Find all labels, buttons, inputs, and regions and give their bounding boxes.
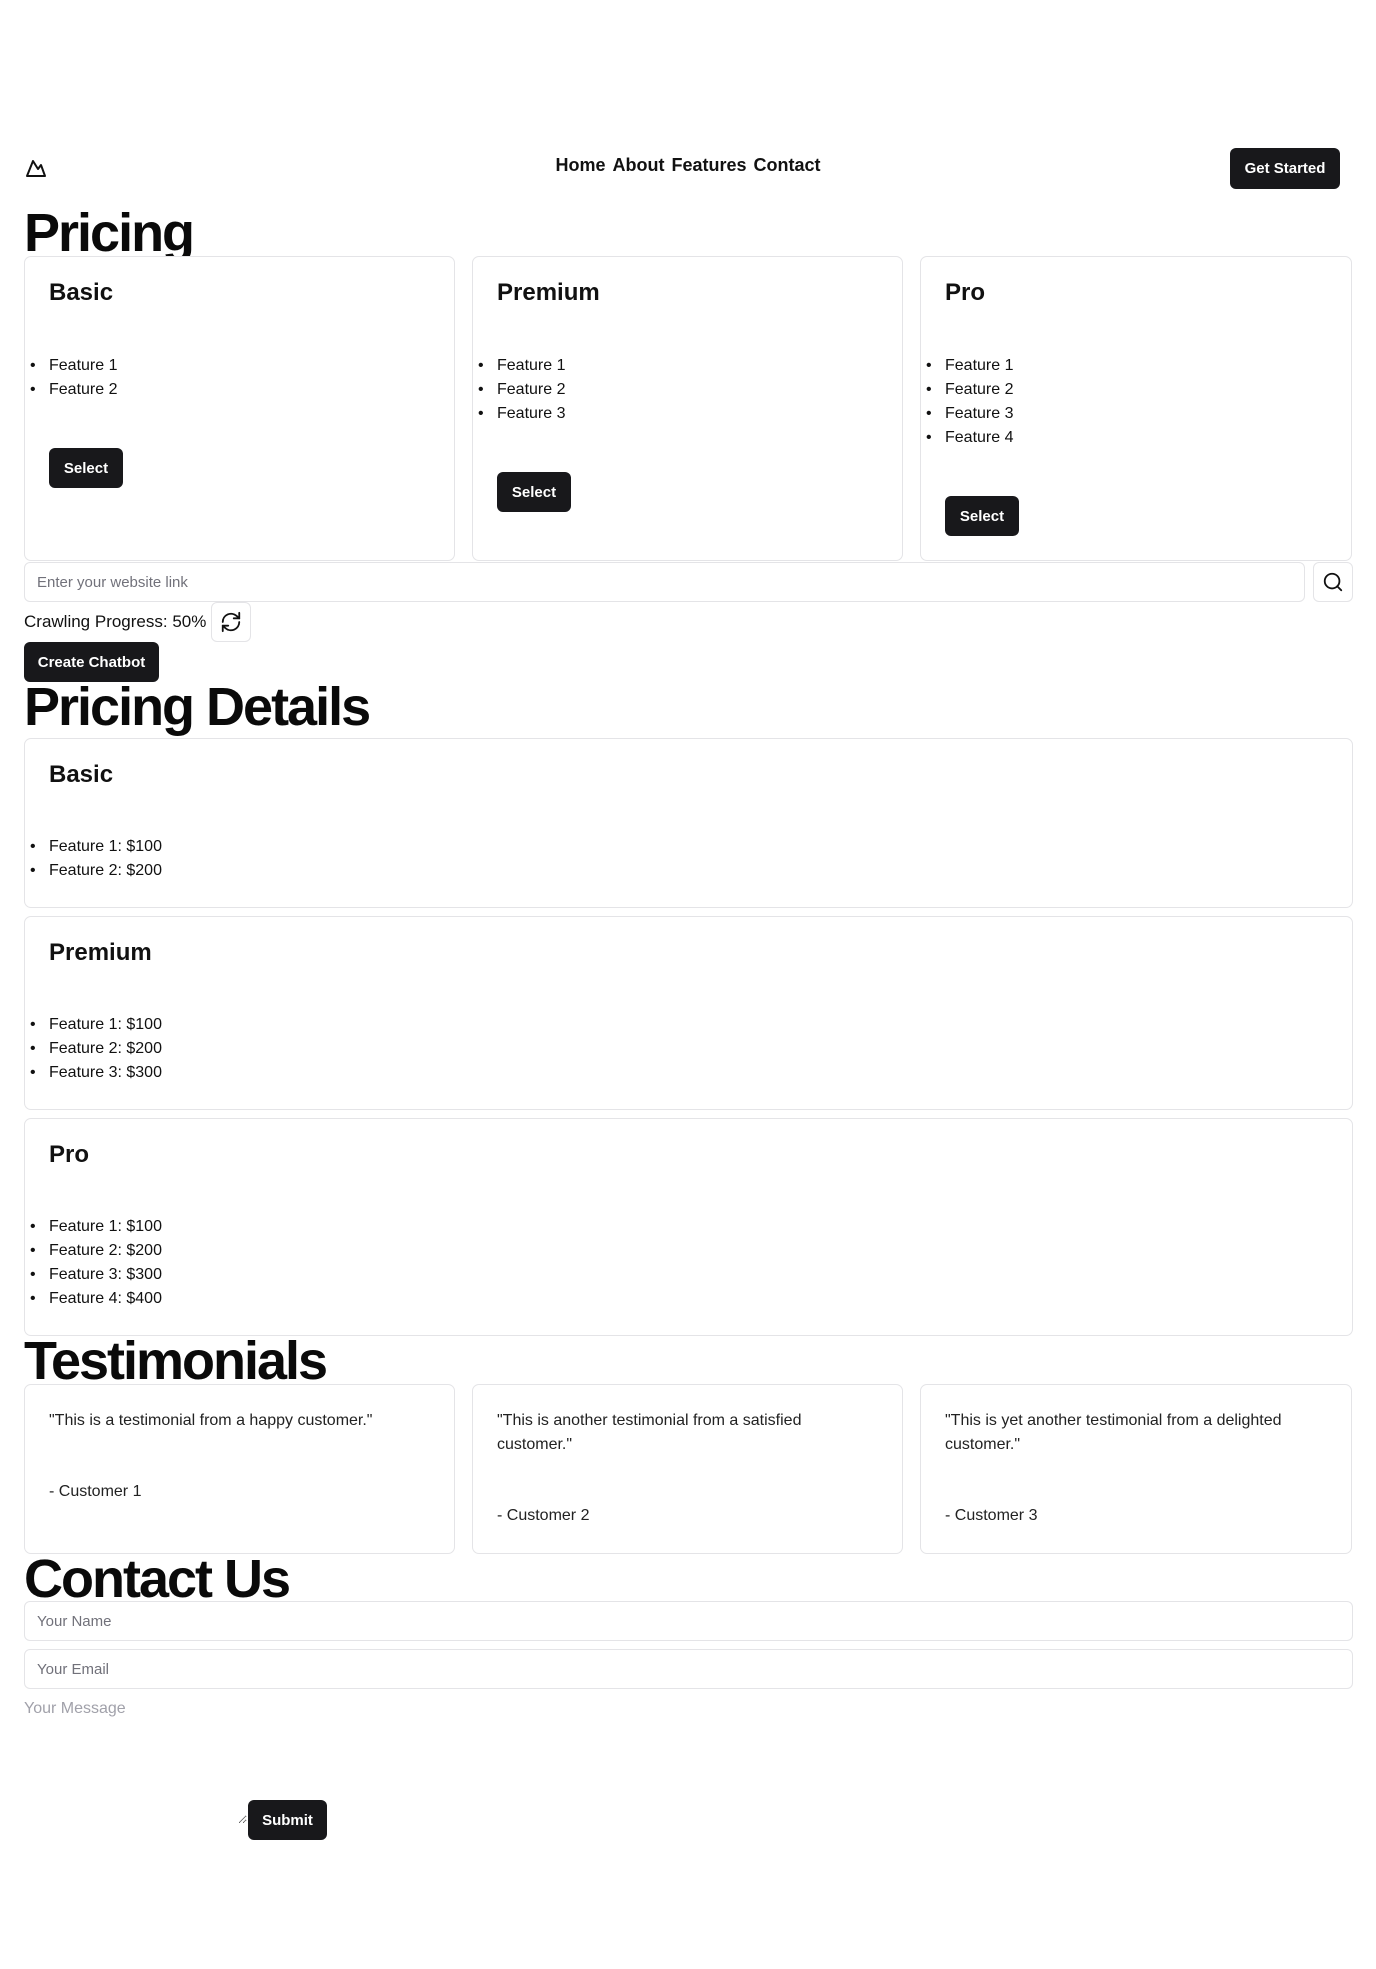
search-icon xyxy=(1323,572,1343,592)
search-button[interactable] xyxy=(1313,562,1353,602)
testimonial-card: "This is another testimonial from a sati… xyxy=(472,1384,903,1554)
contact-title: Contact Us xyxy=(24,1549,291,1609)
message-field[interactable] xyxy=(24,1700,247,1824)
feature-price-item: Feature 1: $100 xyxy=(30,835,162,859)
feature-price-item: Feature 2: $200 xyxy=(30,1239,162,1263)
plan-name: Premium xyxy=(49,939,152,966)
plan-name: Pro xyxy=(49,1141,90,1168)
crawling-progress: Crawling Progress: 50% xyxy=(24,612,207,631)
testimonial-quote: "This is another testimonial from a sati… xyxy=(497,1412,802,1453)
feature-price-list: Feature 1: $100 Feature 2: $200 Feature … xyxy=(30,1013,162,1085)
feature-list: Feature 1 Feature 2 Feature 3 xyxy=(478,354,566,426)
nav-contact[interactable]: Contact xyxy=(754,155,821,175)
email-field[interactable] xyxy=(24,1649,1353,1689)
feature-price-item: Feature 1: $100 xyxy=(30,1013,162,1037)
details-card-basic: Basic Feature 1: $100 Feature 2: $200 xyxy=(24,738,1353,908)
pricing-title: Pricing xyxy=(24,203,195,263)
pricing-details-title: Pricing Details xyxy=(24,677,371,737)
feature-item: Feature 1 xyxy=(926,354,1014,378)
pricing-card-premium: Premium Feature 1 Feature 2 Feature 3 Se… xyxy=(472,256,903,561)
testimonial-author: - Customer 2 xyxy=(497,1507,590,1524)
feature-price-item: Feature 1: $100 xyxy=(30,1215,162,1239)
create-chatbot-button[interactable]: Create Chatbot xyxy=(24,642,159,682)
plan-name: Premium xyxy=(497,279,600,306)
testimonials-title: Testimonials xyxy=(24,1331,328,1391)
feature-item: Feature 2 xyxy=(926,378,1014,402)
feature-price-item: Feature 4: $400 xyxy=(30,1287,162,1311)
testimonial-card: "This is yet another testimonial from a … xyxy=(920,1384,1352,1554)
name-field[interactable] xyxy=(24,1601,1353,1641)
plan-name: Pro xyxy=(945,279,986,306)
main-nav: Home About Features Contact xyxy=(0,155,1376,176)
pricing-card-basic: Basic Feature 1 Feature 2 Select xyxy=(24,256,455,561)
feature-price-item: Feature 3: $300 xyxy=(30,1263,162,1287)
pricing-card-pro: Pro Feature 1 Feature 2 Feature 3 Featur… xyxy=(920,256,1352,561)
plan-name: Basic xyxy=(49,279,114,306)
feature-item: Feature 1 xyxy=(478,354,566,378)
get-started-button[interactable]: Get Started xyxy=(1230,148,1340,189)
feature-price-list: Feature 1: $100 Feature 2: $200 Feature … xyxy=(30,1215,162,1311)
feature-price-item: Feature 2: $200 xyxy=(30,1037,162,1061)
testimonial-quote: "This is a testimonial from a happy cust… xyxy=(49,1412,373,1429)
feature-item: Feature 3 xyxy=(478,402,566,426)
feature-item: Feature 4 xyxy=(926,426,1014,450)
nav-features[interactable]: Features xyxy=(671,155,746,175)
refresh-icon xyxy=(221,611,241,633)
testimonial-author: - Customer 1 xyxy=(49,1483,142,1500)
nav-home[interactable]: Home xyxy=(555,155,605,175)
feature-item: Feature 2 xyxy=(478,378,566,402)
submit-button[interactable]: Submit xyxy=(248,1800,327,1840)
feature-item: Feature 3 xyxy=(926,402,1014,426)
feature-price-list: Feature 1: $100 Feature 2: $200 xyxy=(30,835,162,883)
details-card-premium: Premium Feature 1: $100 Feature 2: $200 … xyxy=(24,916,1353,1110)
plan-name: Basic xyxy=(49,761,114,788)
details-card-pro: Pro Feature 1: $100 Feature 2: $200 Feat… xyxy=(24,1118,1353,1336)
feature-item: Feature 1 xyxy=(30,354,118,378)
feature-price-item: Feature 3: $300 xyxy=(30,1061,162,1085)
website-url-input[interactable] xyxy=(24,562,1305,602)
refresh-button[interactable] xyxy=(211,602,251,642)
select-basic-button[interactable]: Select xyxy=(49,448,123,488)
select-premium-button[interactable]: Select xyxy=(497,472,571,512)
nav-about[interactable]: About xyxy=(612,155,664,175)
feature-price-item: Feature 2: $200 xyxy=(30,859,162,883)
feature-list: Feature 1 Feature 2 Feature 3 Feature 4 xyxy=(926,354,1014,450)
feature-list: Feature 1 Feature 2 xyxy=(30,354,118,402)
feature-item: Feature 2 xyxy=(30,378,118,402)
testimonial-author: - Customer 3 xyxy=(945,1507,1038,1524)
select-pro-button[interactable]: Select xyxy=(945,496,1019,536)
testimonial-quote: "This is yet another testimonial from a … xyxy=(945,1412,1282,1453)
testimonial-card: "This is a testimonial from a happy cust… xyxy=(24,1384,455,1554)
